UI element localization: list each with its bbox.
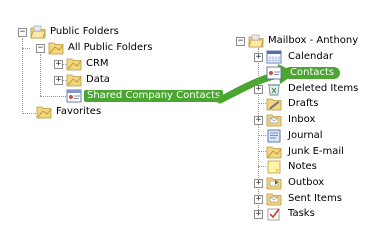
outbox-label[interactable]: Outbox [288, 177, 324, 189]
calendar-label[interactable]: Calendar [288, 51, 333, 63]
notes-icon [267, 160, 281, 174]
drafts-icon [266, 98, 282, 111]
sent-items-icon [266, 193, 282, 206]
data-folder-label[interactable]: Data [86, 74, 110, 86]
favorites-folder-icon [36, 106, 52, 119]
deleted-items-label[interactable]: Deleted Items [288, 83, 358, 95]
tree-line [258, 135, 266, 136]
folder-icon [66, 74, 82, 87]
deleted-items-icon [268, 84, 280, 96]
expand-toggle[interactable]: + [254, 116, 263, 125]
outbox-icon [266, 177, 282, 190]
tree-line [22, 48, 30, 49]
mailbox-icon [248, 34, 264, 48]
tree-line [40, 96, 66, 97]
sent-items-label[interactable]: Sent Items [288, 193, 342, 205]
expand-toggle[interactable]: + [254, 53, 263, 62]
expand-toggle[interactable]: + [54, 60, 63, 69]
shared-company-contacts-label[interactable]: Shared Company Contacts [84, 90, 224, 102]
tree-line [258, 166, 266, 167]
tasks-label[interactable]: Tasks [288, 208, 315, 220]
journal-icon [267, 129, 281, 143]
contacts-label[interactable]: Contacts [284, 67, 341, 79]
expand-toggle[interactable]: + [254, 85, 263, 94]
junk-email-icon [266, 146, 282, 159]
inbox-label[interactable]: Inbox [288, 114, 315, 126]
calendar-icon [266, 50, 282, 64]
junk-email-label[interactable]: Junk E-mail [288, 146, 344, 158]
collapse-toggle[interactable]: − [36, 44, 45, 53]
tree-line [40, 54, 41, 96]
tasks-icon [267, 208, 280, 221]
tree-line [258, 151, 266, 152]
contacts-card-icon [66, 89, 82, 103]
tree-line [22, 113, 36, 114]
tree-line [258, 103, 266, 104]
public-folders-icon [30, 25, 46, 39]
folder-icon [48, 42, 64, 55]
all-public-folders-label[interactable]: All Public Folders [68, 42, 152, 54]
collapse-toggle[interactable]: − [18, 28, 27, 37]
expand-toggle[interactable]: + [254, 179, 263, 188]
contacts-icon [266, 66, 282, 80]
expand-toggle[interactable]: + [254, 210, 263, 219]
tree-line [22, 38, 23, 114]
collapse-toggle[interactable]: − [236, 37, 245, 46]
expand-toggle[interactable]: + [54, 76, 63, 85]
crm-folder-label[interactable]: CRM [86, 58, 109, 70]
expand-toggle[interactable]: + [254, 195, 263, 204]
public-folders-label[interactable]: Public Folders [50, 26, 119, 38]
folder-icon [66, 58, 82, 71]
favorites-label[interactable]: Favorites [56, 106, 101, 118]
mailbox-label[interactable]: Mailbox - Anthony [268, 35, 358, 47]
journal-label[interactable]: Journal [288, 130, 323, 142]
drafts-label[interactable]: Drafts [288, 98, 318, 110]
inbox-icon [266, 114, 282, 127]
notes-label[interactable]: Notes [288, 161, 317, 173]
